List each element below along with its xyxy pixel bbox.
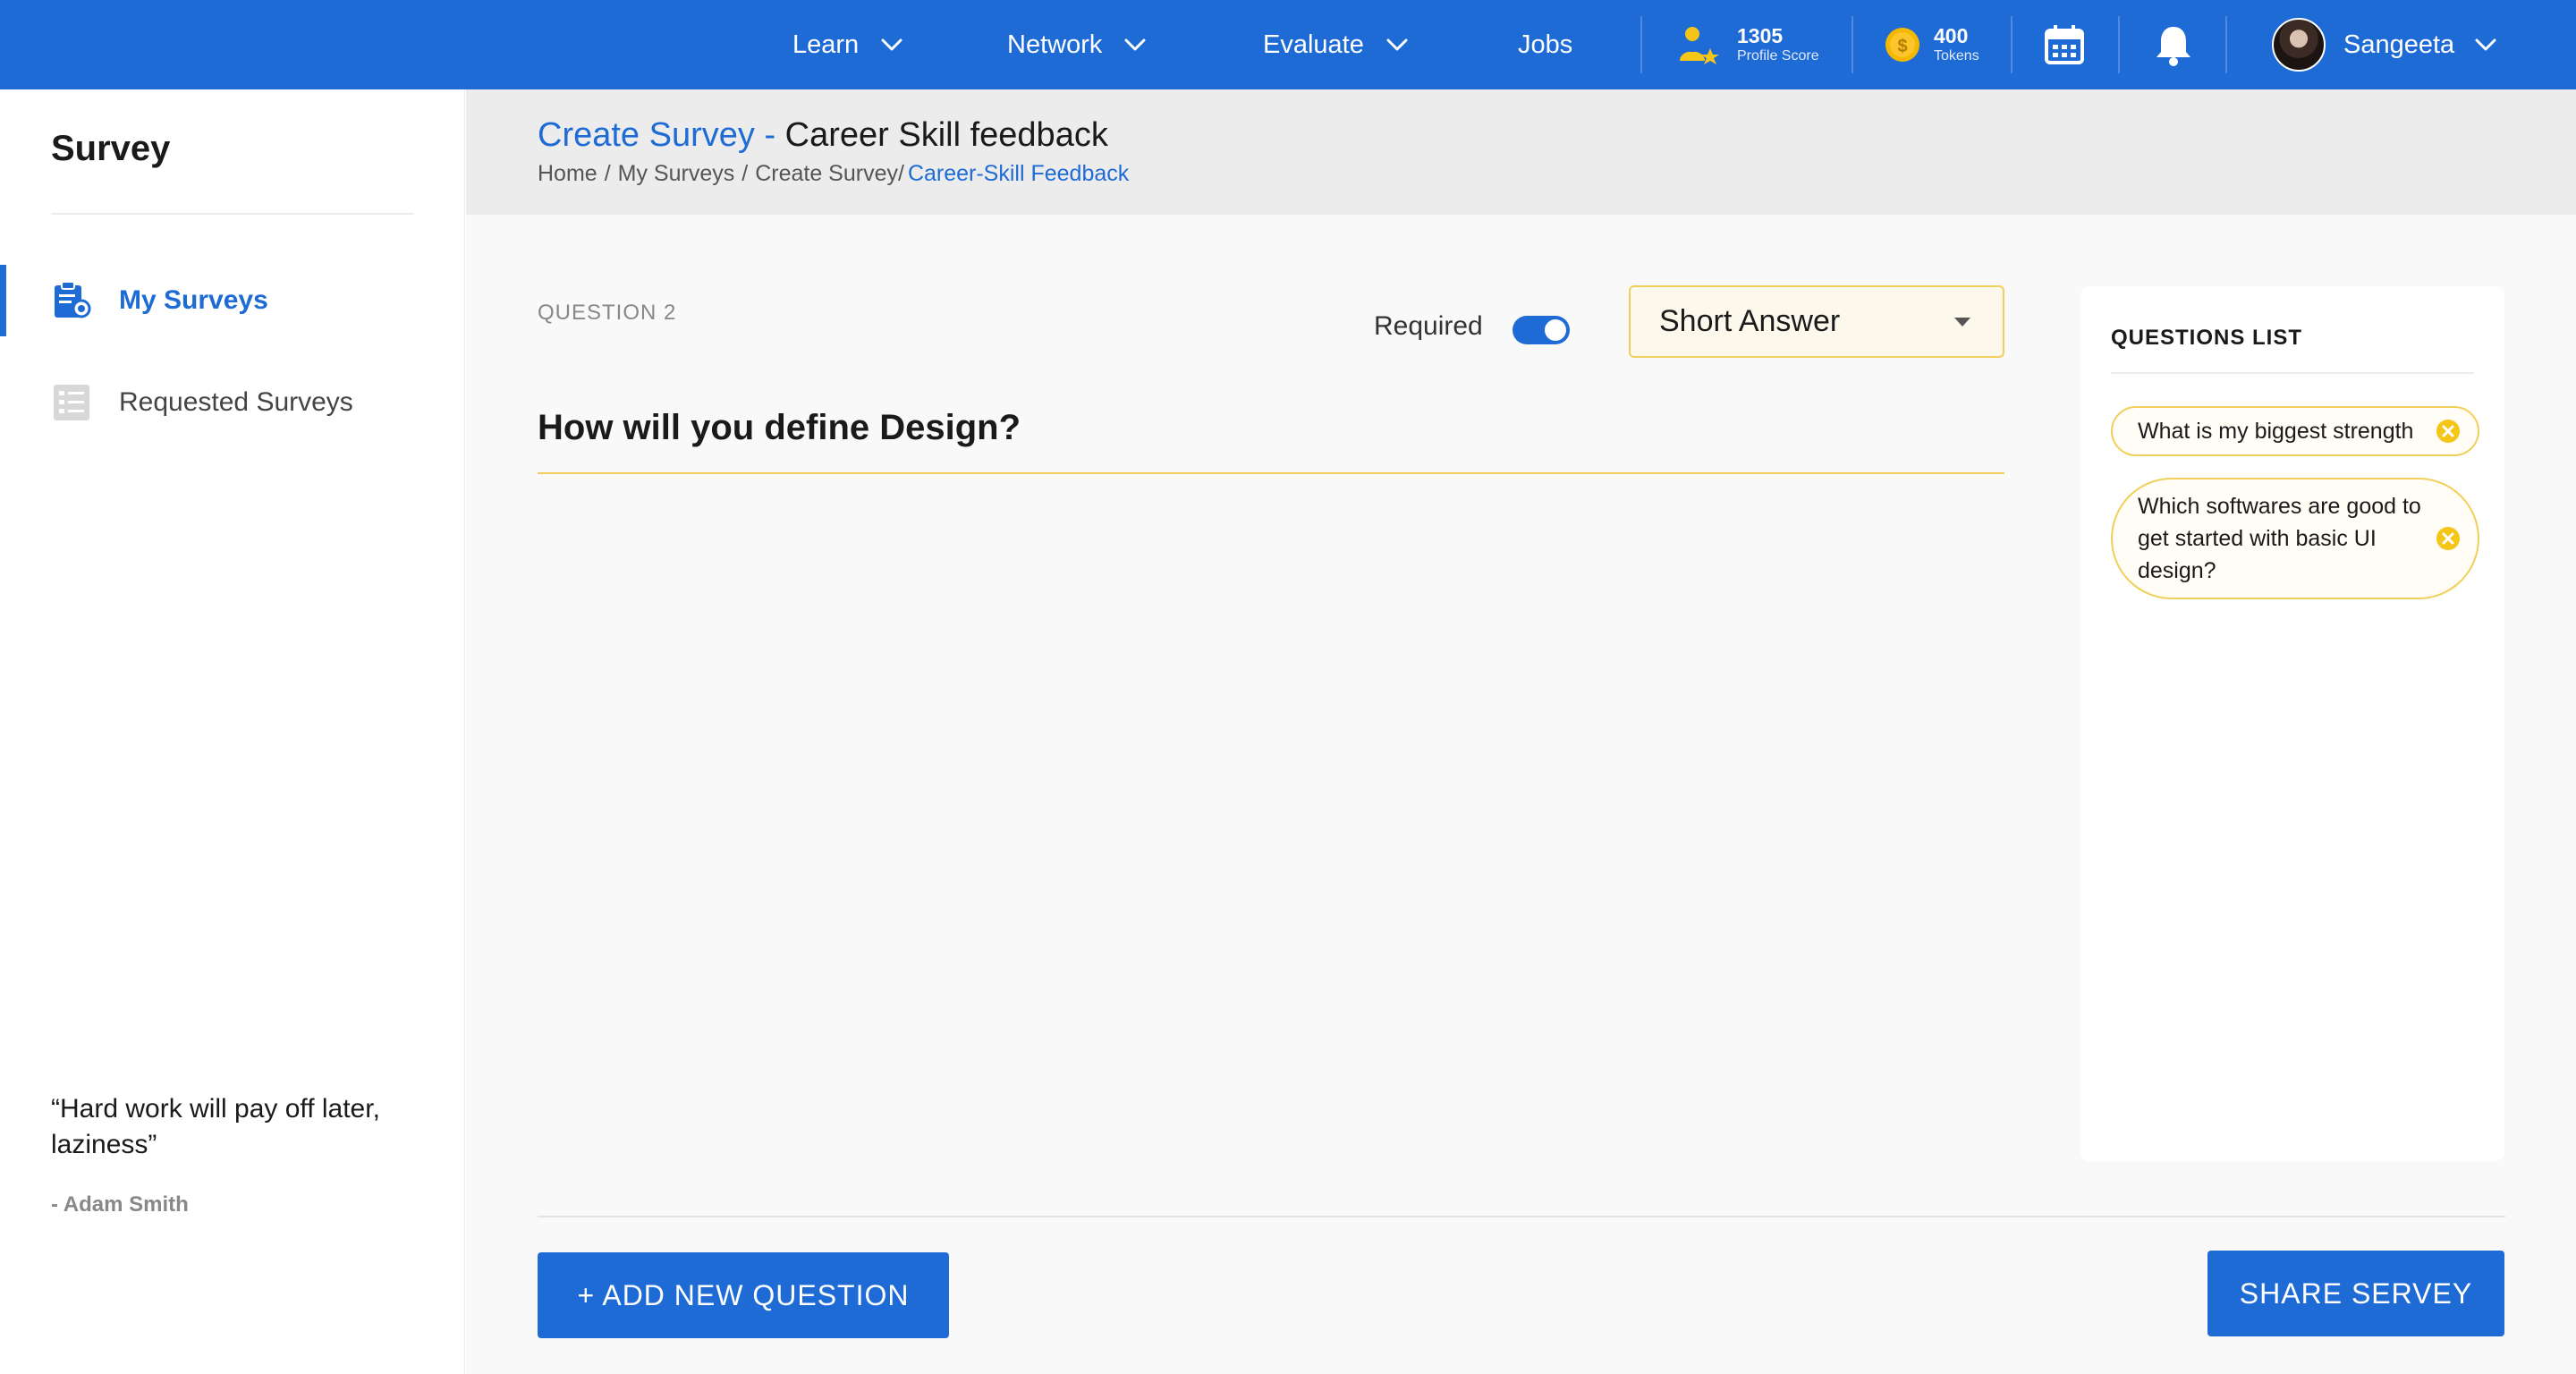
page-header: Create Survey - Career Skill feedback Ho… (466, 89, 2576, 215)
profile-score-label: Profile Score (1737, 48, 1819, 64)
question-chip-label: What is my biggest strength (2138, 419, 2414, 444)
notifications-button[interactable] (2147, 0, 2200, 89)
active-indicator (0, 265, 6, 336)
add-new-question-button[interactable]: + ADD NEW QUESTION (538, 1252, 949, 1338)
svg-text:$: $ (1897, 37, 1907, 56)
sidebar-item-label: My Surveys (119, 285, 268, 315)
chevron-down-icon (1124, 38, 1146, 51)
calendar-button[interactable] (2038, 0, 2091, 89)
nav-divider (1640, 16, 1642, 73)
breadcrumb-current: Career-Skill Feedback (907, 161, 1130, 186)
divider (538, 1216, 2505, 1217)
tokens[interactable]: $ 400 Tokens (1884, 0, 1979, 89)
nav-divider (2118, 16, 2120, 73)
profile-score-value: 1305 (1737, 24, 1784, 47)
sidebar-item-label: Requested Surveys (119, 387, 353, 417)
requested-list-icon (54, 385, 89, 420)
caret-down-icon (1954, 317, 1970, 327)
nav-jobs[interactable]: Jobs (1518, 0, 1572, 89)
question-input[interactable]: How will you define Design? (538, 403, 2004, 474)
answer-type-select[interactable]: Short Answer (1629, 285, 2004, 358)
remove-circle-icon[interactable] (2435, 418, 2462, 445)
bell-icon (2157, 27, 2190, 66)
quote-author: - Adam Smith (51, 1192, 189, 1217)
nav-evaluate[interactable]: Evaluate (1263, 0, 1411, 89)
top-navigation-bar: Learn Network Evaluate Jobs 1305 Profile… (0, 0, 2576, 89)
token-coin-icon: $ (1885, 28, 1919, 62)
tokens-label: Tokens (1934, 48, 1979, 64)
divider (51, 213, 414, 215)
sidebar-item-requested-surveys[interactable]: Requested Surveys (0, 367, 465, 438)
profile-score[interactable]: 1305 Profile Score (1674, 0, 1819, 89)
sidebar-title: Survey (51, 129, 171, 168)
avatar (2272, 18, 2326, 72)
breadcrumb-separator: / (741, 161, 749, 186)
sidebar: Survey My Surveys Requested Surveys “Har… (0, 89, 465, 1374)
nav-jobs-label: Jobs (1518, 30, 1573, 59)
survey-clipboard-icon (55, 281, 91, 318)
breadcrumb-my-surveys[interactable]: My Surveys (618, 161, 735, 187)
breadcrumb-create-survey[interactable]: Create Survey/ (755, 161, 904, 187)
question-chip-label: Which softwares are good to get started … (2138, 494, 2421, 583)
remove-circle-icon[interactable] (2435, 525, 2462, 552)
page-title: Create Survey - Career Skill feedback (538, 116, 1108, 155)
profile-score-icon (1680, 27, 1719, 64)
motivational-quote: “Hard work will pay off later, laziness” (51, 1094, 380, 1159)
nav-divider (1852, 16, 1853, 73)
nav-network-label: Network (1007, 30, 1103, 59)
nav-network[interactable]: Network (1007, 0, 1148, 89)
divider (2111, 372, 2474, 374)
answer-type-value: Short Answer (1659, 304, 1841, 338)
nav-divider (2225, 16, 2227, 73)
chevron-down-icon (2475, 38, 2496, 51)
tokens-value: 400 (1934, 24, 1969, 47)
user-name: Sangeeta (2343, 30, 2455, 59)
nav-divider (2011, 16, 2012, 73)
calendar-icon (2045, 25, 2084, 64)
survey-editor: QUESTION 2 Required Short Answer How wil… (466, 215, 2576, 1374)
questions-list-title: QUESTIONS LIST (2111, 326, 2303, 350)
breadcrumb-separator: / (604, 161, 611, 186)
nav-learn-label: Learn (792, 30, 860, 59)
question-chip[interactable]: What is my biggest strength (2111, 406, 2479, 456)
toggle-knob (1545, 319, 1566, 341)
required-toggle[interactable] (1513, 316, 1570, 344)
user-menu[interactable]: Sangeeta (2272, 0, 2499, 89)
page-title-accent: Create Survey - (538, 116, 785, 154)
question-number: QUESTION 2 (538, 301, 677, 325)
sidebar-item-my-surveys[interactable]: My Surveys (0, 265, 465, 336)
nav-learn[interactable]: Learn (792, 0, 905, 89)
share-survey-button[interactable]: SHARE SERVEY (2207, 1251, 2504, 1336)
question-chip[interactable]: Which softwares are good to get started … (2111, 478, 2479, 599)
required-label: Required (1374, 311, 1483, 341)
chevron-down-icon (881, 38, 902, 51)
chevron-down-icon (1386, 38, 1408, 51)
page-title-rest: Career Skill feedback (784, 116, 1108, 154)
breadcrumb-home[interactable]: Home (538, 161, 597, 187)
breadcrumb: Home / My Surveys / Create Survey/ Caree… (538, 161, 1129, 187)
questions-list-panel: QUESTIONS LIST What is my biggest streng… (2080, 286, 2504, 1161)
nav-evaluate-label: Evaluate (1263, 30, 1364, 59)
